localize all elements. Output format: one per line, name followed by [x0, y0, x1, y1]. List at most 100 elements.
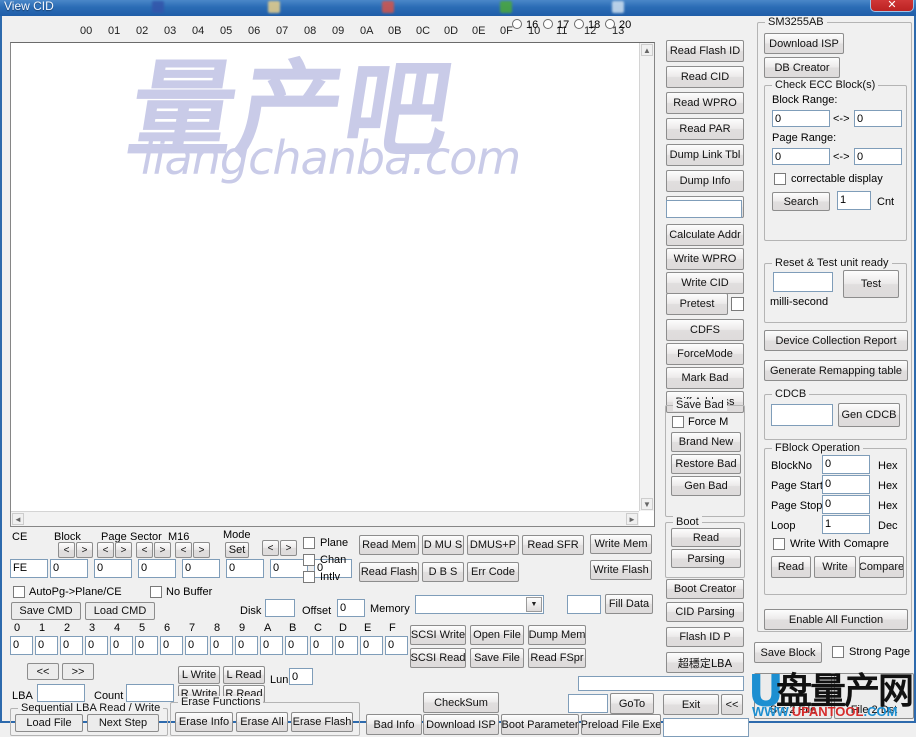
btn-read-par[interactable]: Read PAR — [666, 118, 744, 140]
autopg-checkbox[interactable] — [13, 586, 25, 598]
scsi-read-button[interactable]: SCSI Read — [410, 648, 466, 668]
block-range-to-input[interactable]: 0 — [854, 110, 902, 127]
page-start-input[interactable]: 0 — [822, 475, 870, 494]
download-isp-button[interactable]: Download ISP — [764, 33, 844, 54]
mode-spin-prev[interactable]: < — [262, 540, 279, 556]
pretest-checkbox[interactable] — [731, 297, 744, 311]
read-flash-button[interactable]: Read Flash — [359, 562, 419, 582]
preload-file-field[interactable] — [663, 718, 749, 737]
radio-18[interactable] — [574, 19, 584, 29]
device-collection-report-button[interactable]: Device Collection Report — [764, 330, 908, 351]
btn-read-flash-id[interactable]: Read Flash ID — [666, 40, 744, 62]
addr-field-1[interactable]: 0 — [50, 559, 88, 578]
m16-spin-next[interactable]: > — [193, 542, 210, 558]
hex-value-0[interactable]: 0 — [10, 636, 33, 655]
l-write-button[interactable]: L Write — [178, 666, 220, 684]
disk-input[interactable] — [265, 599, 295, 617]
sector-spin-next[interactable]: > — [154, 542, 171, 558]
m16-spin-prev[interactable]: < — [175, 542, 192, 558]
exit-button[interactable]: Exit — [663, 694, 719, 715]
fblock-compare-button[interactable]: Compare — [859, 556, 904, 578]
cdcb-input[interactable] — [771, 404, 833, 426]
load-file-button[interactable]: Load File — [15, 714, 83, 732]
loop-input[interactable]: 1 — [822, 515, 870, 534]
open-file-button[interactable]: Open File — [470, 625, 524, 645]
block-spin-next[interactable]: > — [76, 542, 93, 558]
lun-input[interactable]: 0 — [289, 668, 313, 685]
enable-all-function-button[interactable]: Enable All Function — [764, 609, 908, 630]
btn-forcemode[interactable]: ForceMode — [666, 343, 744, 365]
ecc-search-button[interactable]: Search — [772, 192, 830, 211]
save-file-button[interactable]: Save File — [470, 648, 524, 668]
btn-write-cid[interactable]: Write CID — [666, 272, 744, 294]
btn-write-wpro[interactable]: Write WPRO — [666, 248, 744, 270]
hex-value-5[interactable]: 0 — [135, 636, 158, 655]
download-isp-bottom-button[interactable]: Download ISP — [423, 714, 499, 735]
boot-read-button[interactable]: Read — [671, 528, 741, 547]
btn-dump-link-tbl[interactable]: Dump Link Tbl — [666, 144, 744, 166]
generate-remapping-table-button[interactable]: Generate Remapping table — [764, 360, 908, 381]
addr-field-3[interactable]: 0 — [138, 559, 176, 578]
page-stop-input[interactable]: 0 — [822, 495, 870, 514]
hex-value-8[interactable]: 0 — [210, 636, 233, 655]
hex-value-F[interactable]: 0 — [385, 636, 408, 655]
ecc-cnt-input[interactable]: 1 — [837, 191, 871, 210]
window-titlebar[interactable]: View CID ✕ — [0, 0, 916, 16]
brand-new-button[interactable]: Brand New — [671, 432, 741, 452]
write-flash-button[interactable]: Write Flash — [590, 560, 652, 580]
dmus-plus-p-button[interactable]: DMUS+P — [467, 535, 519, 555]
lba-input[interactable] — [37, 684, 85, 702]
gen-cdcb-button[interactable]: Gen CDCB — [838, 403, 900, 427]
btn-cdfs[interactable]: CDFS — [666, 319, 744, 341]
read-fspr-button[interactable]: Read FSpr — [528, 648, 586, 668]
hex-value-3[interactable]: 0 — [85, 636, 108, 655]
btn-read-wpro[interactable]: Read WPRO — [666, 92, 744, 114]
intlv-checkbox[interactable] — [303, 571, 315, 583]
goto-input[interactable] — [568, 694, 608, 713]
hex-data-pane[interactable]: 量产吧 liangchanba.com ▲ ▼ ◄ ► — [10, 42, 655, 527]
scroll-right-icon[interactable]: ► — [626, 513, 638, 525]
mode-spin-next[interactable]: > — [280, 540, 297, 556]
addr-field-0[interactable]: FE — [10, 559, 48, 578]
save-cmd-button[interactable]: Save CMD — [11, 602, 81, 620]
btn-read-cid[interactable]: Read CID — [666, 66, 744, 88]
scroll-down-icon[interactable]: ▼ — [641, 498, 653, 510]
page-range-to-input[interactable]: 0 — [854, 148, 902, 165]
count-input[interactable] — [126, 684, 174, 702]
fblock-read-button[interactable]: Read — [771, 556, 811, 578]
scroll-left-icon[interactable]: ◄ — [12, 513, 24, 525]
hex-value-9[interactable]: 0 — [235, 636, 258, 655]
page-spin-next[interactable]: > — [115, 542, 132, 558]
memory-combo[interactable]: ▼ — [415, 595, 544, 614]
sector-spin-prev[interactable]: < — [136, 542, 153, 558]
boot-parsing-button[interactable]: Parsing — [671, 549, 741, 568]
checksum-button[interactable]: CheckSum — [423, 692, 499, 713]
scroll-up-icon[interactable]: ▲ — [641, 44, 653, 56]
hex-value-B[interactable]: 0 — [285, 636, 308, 655]
addr-field-2[interactable]: 0 — [94, 559, 132, 578]
write-mem-button[interactable]: Write Mem — [590, 534, 652, 554]
offset-input[interactable]: 0 — [337, 599, 365, 617]
addr-field-4[interactable]: 0 — [182, 559, 220, 578]
preload-file-exe-button[interactable]: Preload File Exe — [581, 714, 661, 735]
strong-page-checkbox[interactable] — [832, 646, 844, 658]
mid-column-input[interactable] — [666, 200, 742, 218]
erase-flash-button[interactable]: Erase Flash — [291, 712, 353, 732]
mode-set-button[interactable]: Set — [225, 542, 249, 558]
btn-mark-bad[interactable]: Mark Bad — [666, 367, 744, 389]
page-range-from-input[interactable]: 0 — [772, 148, 830, 165]
cid-parsing-button[interactable]: CID Parsing — [666, 602, 744, 622]
collapse-button[interactable]: << — [721, 694, 743, 715]
hex-value-4[interactable]: 0 — [110, 636, 133, 655]
hex-value-A[interactable]: 0 — [260, 636, 283, 655]
erase-all-button[interactable]: Erase All — [236, 712, 288, 732]
super-stable-lba-button[interactable]: 超穩定LBA — [666, 652, 744, 673]
block-range-from-input[interactable]: 0 — [772, 110, 830, 127]
erase-info-button[interactable]: Erase Info — [175, 712, 233, 732]
horizontal-scrollbar[interactable]: ◄ ► — [11, 511, 639, 526]
vertical-scrollbar[interactable]: ▲ ▼ — [639, 43, 654, 511]
page-spin-prev[interactable]: < — [97, 542, 114, 558]
page-prev-button[interactable]: << — [27, 663, 59, 680]
db-creator-button[interactable]: DB Creator — [764, 57, 840, 78]
boot-creator-button[interactable]: Boot Creator — [666, 579, 744, 599]
